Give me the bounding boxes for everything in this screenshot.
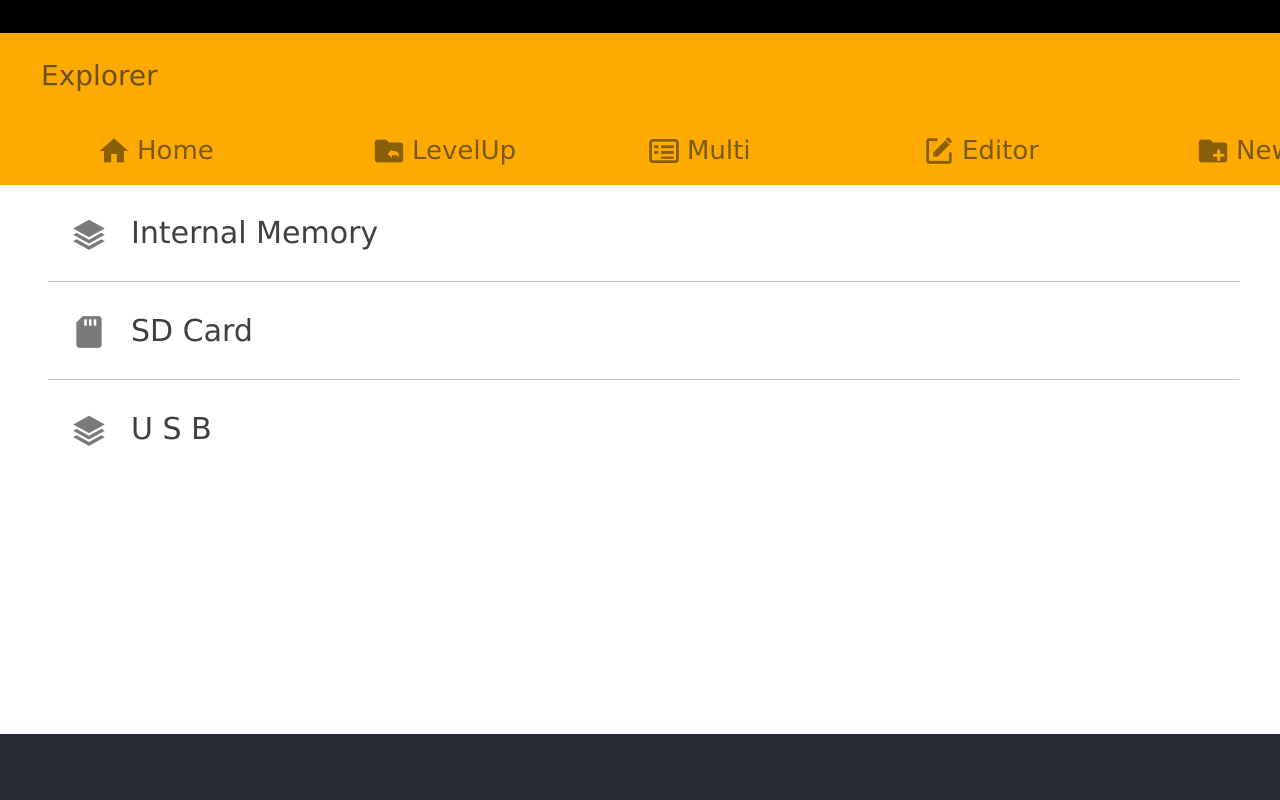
layers-icon <box>70 215 108 253</box>
storage-item-usb[interactable]: U S B <box>48 381 1239 478</box>
layers-icon <box>70 411 108 449</box>
folder-up-icon <box>372 134 406 168</box>
storage-item-label: SD Card <box>131 314 253 349</box>
status-bar <box>0 0 1280 33</box>
home-icon <box>97 134 131 168</box>
edit-icon <box>922 134 956 168</box>
app-title: Explorer <box>41 59 158 92</box>
storage-item-sd-card[interactable]: SD Card <box>48 283 1239 380</box>
multi-button-label: Multi <box>687 136 751 166</box>
storage-list: Internal Memory SD Card U S B <box>0 185 1280 734</box>
level-up-button[interactable]: LevelUp <box>372 133 516 169</box>
storage-item-label: Internal Memory <box>131 216 379 251</box>
multi-select-icon <box>647 134 681 168</box>
new-folder-icon <box>1196 134 1230 168</box>
navigation-bar <box>0 734 1280 800</box>
home-button-label: Home <box>137 136 214 166</box>
sd-card-icon <box>70 313 108 351</box>
level-up-button-label: LevelUp <box>412 136 517 166</box>
storage-item-internal-memory[interactable]: Internal Memory <box>48 185 1239 282</box>
new-folder-button[interactable]: New <box>1196 133 1280 169</box>
multi-button[interactable]: Multi <box>647 133 751 169</box>
new-folder-button-label: New <box>1236 136 1280 166</box>
editor-button-label: Editor <box>962 136 1039 166</box>
app-bar: Explorer Home LevelUp Multi Editor Ne <box>0 33 1280 185</box>
storage-item-label: U S B <box>131 412 212 447</box>
home-button[interactable]: Home <box>97 133 214 169</box>
editor-button[interactable]: Editor <box>922 133 1039 169</box>
